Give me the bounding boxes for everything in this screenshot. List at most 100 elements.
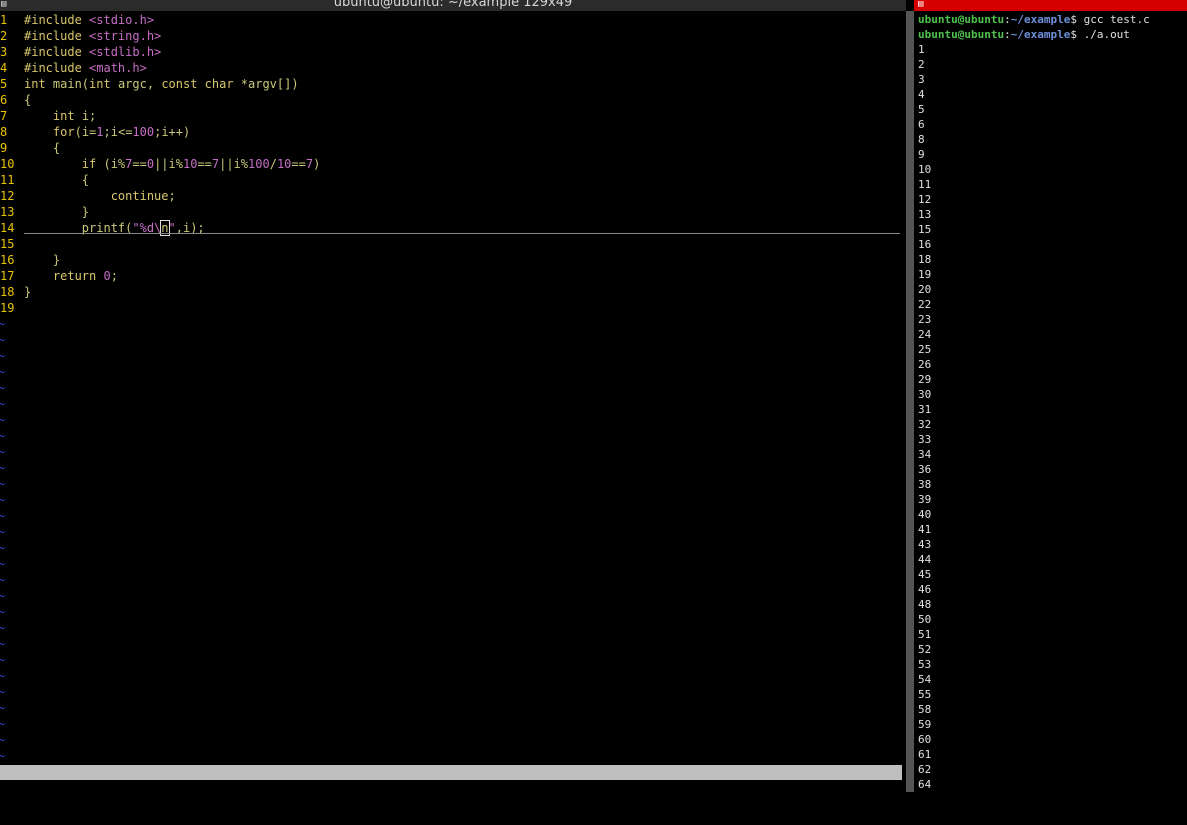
prompt-command: $ ./a.out bbox=[1070, 28, 1130, 41]
empty-line-tilde: ~ bbox=[0, 701, 6, 715]
line-number: 19 bbox=[0, 301, 15, 315]
line-number: 11 bbox=[0, 173, 15, 187]
code-token: int bbox=[89, 77, 111, 91]
line-number: 18 bbox=[0, 285, 15, 299]
code-token: 0 bbox=[146, 157, 155, 171]
cursor-line-underline bbox=[24, 233, 900, 234]
code-token: #include bbox=[24, 29, 82, 43]
line-number: 10 bbox=[0, 157, 15, 171]
prompt-path: ~/example bbox=[1010, 13, 1071, 26]
terminal-output-line: 50 bbox=[918, 613, 932, 626]
empty-line-tilde: ~ bbox=[0, 557, 6, 571]
code-token: return bbox=[52, 269, 97, 283]
terminal-output-line: 55 bbox=[918, 688, 932, 701]
code-token: 10 bbox=[276, 157, 292, 171]
terminal-output-line: 58 bbox=[918, 703, 932, 716]
terminal-output-line: 6 bbox=[918, 118, 925, 131]
code-line[interactable]: 2 #include <string.h> bbox=[0, 28, 161, 44]
left-terminal-titlebar: ▤ ubuntu@ubuntu: ~/example 129x49 bbox=[0, 0, 906, 11]
code-line[interactable]: 13 } bbox=[0, 204, 89, 220]
code-line[interactable]: 16 } bbox=[0, 252, 60, 268]
code-line[interactable]: 8 for(i=1;i<=100;i++) bbox=[0, 124, 190, 140]
empty-line-tilde: ~ bbox=[0, 365, 6, 379]
empty-line-tilde: ~ bbox=[0, 685, 6, 699]
code-token: #include bbox=[24, 45, 82, 59]
line-number: 7 bbox=[0, 109, 8, 123]
code-line[interactable]: 3 #include <stdlib.h> bbox=[0, 44, 161, 60]
empty-line-tilde: ~ bbox=[0, 445, 6, 459]
empty-line-tilde: ~ bbox=[0, 477, 6, 491]
code-token: <string.h> bbox=[89, 29, 162, 43]
code-token: ;i<= bbox=[103, 125, 133, 139]
line-number: 17 bbox=[0, 269, 15, 283]
terminal-output-line: 52 bbox=[918, 643, 932, 656]
terminal-output-line: 40 bbox=[918, 508, 932, 521]
code-line[interactable]: 11 { bbox=[0, 172, 89, 188]
terminal-output-line: 61 bbox=[918, 748, 932, 761]
line-number: 13 bbox=[0, 205, 15, 219]
terminal-output-line: 1 bbox=[918, 43, 925, 56]
status-filename: test.c bbox=[0, 780, 38, 794]
code-line[interactable]: 9 { bbox=[0, 140, 60, 156]
code-token: == bbox=[197, 157, 212, 171]
code-token: == bbox=[132, 157, 147, 171]
terminal-output-line: 23 bbox=[918, 313, 932, 326]
terminal-output-line: 46 bbox=[918, 583, 932, 596]
terminal-output-line: 30 bbox=[918, 388, 932, 401]
line-number: 3 bbox=[0, 45, 8, 59]
code-line[interactable]: 1 #include <stdio.h> bbox=[0, 12, 154, 28]
code-token: (i= bbox=[74, 125, 97, 139]
prompt-user: ubuntu@ubuntu bbox=[918, 28, 1005, 41]
terminal-output-line: 5 bbox=[918, 103, 925, 116]
terminal-output-line: 43 bbox=[918, 538, 932, 551]
code-token: <stdio.h> bbox=[89, 13, 155, 27]
terminal-output-line: 18 bbox=[918, 253, 932, 266]
right-terminal-titlebar: ▤ bbox=[914, 0, 1187, 11]
terminal-output-line: 10 bbox=[918, 163, 932, 176]
code-token: int bbox=[52, 109, 75, 123]
empty-line-tilde: ~ bbox=[0, 637, 6, 651]
empty-line-tilde: ~ bbox=[0, 349, 6, 363]
empty-line-tilde: ~ bbox=[0, 397, 6, 411]
pane-divider-scrollbar[interactable] bbox=[906, 11, 914, 792]
code-token: ;i++) bbox=[154, 125, 191, 139]
terminal-icon: ▤ bbox=[918, 0, 924, 9]
terminal-output-line: 53 bbox=[918, 658, 932, 671]
code-line[interactable]: 6{ bbox=[0, 92, 31, 108]
code-line[interactable]: 17 return 0; bbox=[0, 268, 118, 284]
code-line[interactable]: 5 int main(int argc, const char *argv[]) bbox=[0, 76, 299, 92]
code-line[interactable]: 4 #include <math.h> bbox=[0, 60, 147, 76]
code-line[interactable]: 19 bbox=[0, 300, 24, 316]
terminal-output-pane[interactable]: ubuntu@ubuntu:~/example$ gcc test.c ubunt… bbox=[918, 11, 1187, 792]
code-token: <math.h> bbox=[89, 61, 147, 75]
code-line[interactable]: 15 bbox=[0, 236, 24, 252]
empty-line-tilde: ~ bbox=[0, 509, 6, 523]
empty-line-tilde: ~ bbox=[0, 605, 6, 619]
empty-line-tilde: ~ bbox=[0, 525, 6, 539]
code-line[interactable]: 12 continue; bbox=[0, 188, 176, 204]
line-number: 1 bbox=[0, 13, 8, 27]
code-token: } bbox=[24, 253, 61, 267]
terminal-output-line: 33 bbox=[918, 433, 932, 446]
terminal-output-line: 26 bbox=[918, 358, 932, 371]
empty-line-tilde: ~ bbox=[0, 333, 6, 347]
terminal-output-line: 38 bbox=[918, 478, 932, 491]
code-line[interactable]: 10 if (i%7==0||i%10==7||i%100/10==7) bbox=[0, 156, 320, 172]
vim-editor[interactable]: 1 #include <stdio.h> 2 #include <string.h> 3… bbox=[0, 11, 902, 765]
code-line[interactable]: 7 int i; bbox=[0, 108, 96, 124]
code-token: == bbox=[291, 157, 306, 171]
terminal-output-line: 2 bbox=[918, 58, 925, 71]
code-line[interactable]: 18} bbox=[0, 284, 31, 300]
empty-line-tilde: ~ bbox=[0, 669, 6, 683]
code-token: { bbox=[24, 173, 90, 187]
code-token: *argv[]) bbox=[233, 77, 299, 91]
line-number: 15 bbox=[0, 237, 15, 251]
terminal-output-line: 16 bbox=[918, 238, 932, 251]
empty-line-tilde: ~ bbox=[0, 493, 6, 507]
